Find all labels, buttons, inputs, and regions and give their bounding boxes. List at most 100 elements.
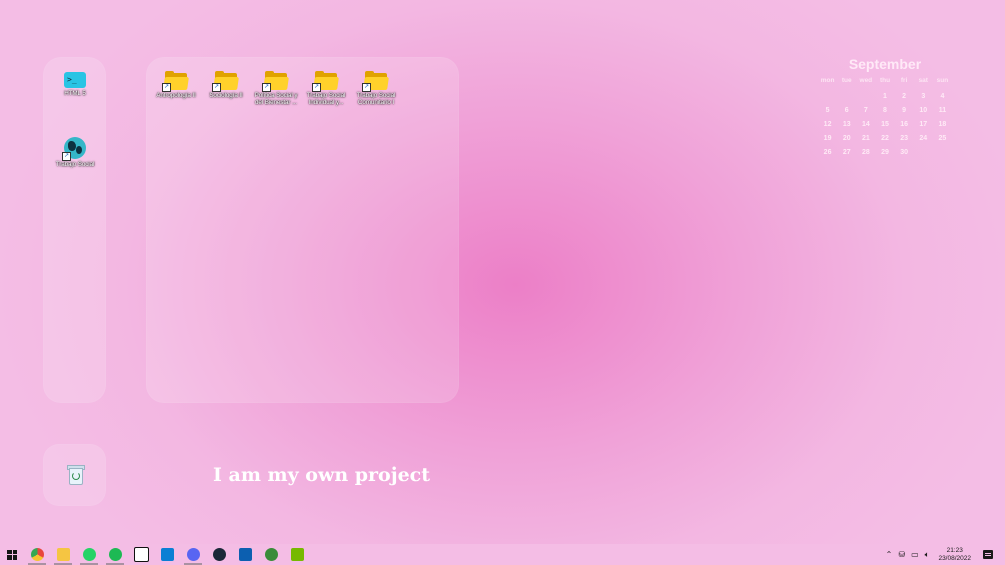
steam-icon [212,548,226,561]
folder-icon: ↗ [312,71,339,92]
calendar-day: 22 [881,134,889,142]
calendar-weekday: sat [918,77,928,84]
folders-fence-panel [146,57,459,403]
calendar-day: 26 [823,148,832,156]
file-explorer-icon [56,548,70,561]
notion-icon [133,547,149,562]
taskbar: ⌃ ⛁ ▭ 🔈︎ 21:23 23/08/2022 [0,544,1005,565]
nvidia-icon [290,548,304,561]
windows-start-icon [7,549,17,560]
calendar-day [818,89,837,103]
taskbar-clock[interactable]: 21:23 23/08/2022 [932,547,977,563]
calendar-day: 18 [938,120,947,128]
folder-label: Política Social y del Bienestar ... [254,92,298,106]
calendar-day: 10 [919,106,928,114]
start-button[interactable] [0,544,24,565]
taskbar-app-nvidia[interactable] [284,544,310,565]
clock-date: 23/08/2022 [938,554,971,562]
taskbar-app-whatsapp[interactable] [76,544,102,565]
desktop-icon-html5[interactable]: >_ HTML 5 [50,72,100,97]
calendar-week-row: 26 27 28 29 30 [818,145,952,159]
network-icon[interactable]: ▭ [908,550,922,559]
clock-time: 21:23 [946,546,963,554]
folder-label: Trabajo Social Individual y... [306,92,346,106]
calendar-day: 6 [844,106,849,114]
calendar-day: 29 [881,148,889,156]
calendar-day [837,89,856,103]
calendar-week-row: 1 2 3 4 [818,89,952,103]
calendar-day [856,89,875,103]
calendar-day: 7 [863,106,868,114]
folder-trabajo-social-comunitario[interactable]: ↗ Trabajo Social Comunitario I [351,71,401,106]
calendar-day: 4 [940,92,945,100]
calendar-day: 8 [883,106,887,114]
discord-icon [186,548,200,561]
taskbar-app-microsoft-store[interactable] [232,544,258,565]
calendar-day: 25 [938,134,947,142]
folder-label: Antropología II [156,92,196,99]
vscode-icon [160,548,174,561]
folder-antropologia-ii[interactable]: ↗ Antropología II [151,71,201,99]
calendar-day: 3 [921,92,926,100]
calendar-day: 17 [919,120,928,128]
notification-icon[interactable] [983,550,993,559]
calendar-weekday: wed [859,77,873,84]
desktop-icon-label: HTML 5 [64,90,86,97]
calendar-day: 14 [861,120,870,128]
spotify-icon [108,548,122,561]
calendar-weekday: sun [936,77,949,84]
whatsapp-icon [82,548,96,561]
taskbar-app-chrome[interactable] [24,544,50,565]
calendar-day: 1 [883,92,887,100]
calendar-week-row: 12 13 14 15 16 17 18 [818,117,952,131]
calendar-week-row: 19 20 21 22 23 24 25 [818,131,952,145]
calendar-day: 27 [842,148,851,156]
chevron-up-icon[interactable]: ⌃ [883,550,896,559]
usb-icon[interactable]: ⛁ [895,550,908,559]
taskbar-app-spotify[interactable] [102,544,128,565]
desktop-motto-text: I am my own project [213,464,431,486]
taskbar-app-file-explorer[interactable] [50,544,76,565]
calendar-day: 23 [900,134,909,142]
taskbar-app-xbox[interactable] [258,544,284,565]
desktop: >_ HTML 5 ↗ Trabajo Social ↗ Antropologí… [0,0,1005,544]
calendar-day: 19 [823,134,832,142]
calendar-day: 24 [919,134,928,142]
taskbar-app-vscode[interactable] [154,544,180,565]
recycle-bin-icon[interactable] [67,465,85,485]
calendar-day [914,145,933,159]
desktop-icon-label: Trabajo Social [55,161,95,168]
calendar-day: 15 [881,120,889,128]
calendar-day: 11 [938,106,947,114]
calendar-day: 16 [900,120,909,128]
calendar-day: 12 [823,120,832,128]
desktop-icon-trabajo-social[interactable]: ↗ Trabajo Social [50,137,100,168]
folder-icon: ↗ [262,71,289,92]
folder-icon: ↗ [362,71,389,92]
calendar-day: 5 [825,106,830,114]
taskbar-app-notion[interactable] [128,544,154,565]
calendar-day: 30 [900,148,909,156]
folder-icon: ↗ [212,71,239,92]
folder-label: Trabajo Social Comunitario I [356,92,396,106]
folder-trabajo-social-individual[interactable]: ↗ Trabajo Social Individual y... [301,71,351,106]
calendar-day: 21 [861,134,870,142]
folder-sociologia-ii[interactable]: ↗ Sociología II [201,71,251,99]
calendar-weekday: mon [820,77,835,84]
calendar-weekday: thu [879,77,891,84]
calendar-day: 20 [842,134,851,142]
xbox-icon [264,548,278,561]
calendar-weekday: tue [841,77,852,84]
microsoft-store-icon [238,548,252,561]
folder-politica-social[interactable]: ↗ Política Social y del Bienestar ... [251,71,301,106]
calendar-day: 2 [902,92,907,100]
calendar-day: 9 [902,106,907,114]
taskbar-app-steam[interactable] [206,544,232,565]
calendar-grid: mon tue wed thu fri sat sun 1 2 3 4 5 6 7 8 9 10 11 12 13 1… [818,77,952,159]
taskbar-app-discord[interactable] [180,544,206,565]
chrome-icon [30,548,44,561]
volume-icon[interactable]: 🔈︎ [922,550,933,560]
folder-icon: ↗ [162,71,189,92]
calendar-day: 13 [842,120,851,128]
left-fence-panel [43,57,106,403]
